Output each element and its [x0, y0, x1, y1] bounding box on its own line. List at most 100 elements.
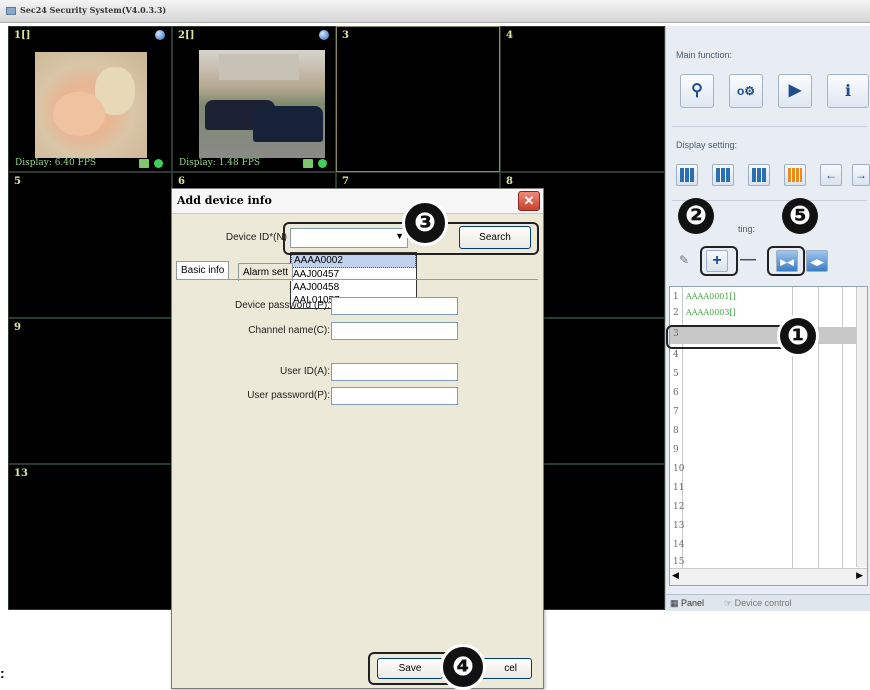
row-index: 1 — [673, 292, 679, 302]
camera-feed-image — [199, 50, 325, 158]
scroll-right-icon[interactable]: ▶ — [856, 570, 863, 581]
playback-function-button[interactable]: ▶ — [778, 74, 812, 108]
step-badge-2: ❷ — [678, 198, 714, 234]
video-cell-13[interactable]: 13 — [8, 464, 172, 610]
cell-label: 7 — [342, 176, 349, 187]
step-badge-5: ❺ — [782, 198, 818, 234]
dialog-titlebar: Add device info ✕ — [172, 189, 543, 214]
user-password-label: User password(P): — [247, 390, 330, 401]
arrow-left-icon: ← — [825, 168, 837, 182]
close-button[interactable]: ✕ — [518, 191, 540, 211]
user-password-field[interactable] — [331, 387, 458, 405]
record-icon[interactable] — [154, 159, 163, 168]
dialog-title: Add device info — [177, 194, 272, 207]
tab-device-control[interactable]: ☞ Device control — [724, 598, 792, 609]
device-row[interactable]: 14 — [670, 538, 850, 555]
cell-label: 3 — [342, 30, 349, 41]
control-panel: Main function: ⚲ o⚙ ▶ i Display setting:… — [665, 26, 870, 611]
row-index: 2 — [673, 308, 679, 318]
device-row[interactable]: 2 AAAA0003[] — [670, 306, 850, 323]
device-row[interactable]: 1 AAAA0001[] — [670, 290, 850, 307]
app-icon — [6, 7, 16, 15]
search-function-button[interactable]: ⚲ — [680, 74, 714, 108]
previous-page-button[interactable]: ← — [820, 164, 842, 186]
window-titlebar: Sec24 Security System(V4.0.3.3) — [0, 0, 870, 23]
divider — [672, 126, 867, 127]
gear-icon: o⚙ — [736, 84, 756, 98]
page-fragment-text: : — [0, 665, 5, 681]
next-page-button[interactable]: → — [852, 164, 870, 186]
cell-label: 13 — [14, 468, 28, 479]
video-cell-4[interactable]: 4 — [500, 26, 665, 172]
cell-label: 8 — [506, 176, 513, 187]
fps-readout: Display: 1.48 FPS — [179, 158, 261, 168]
disconnect-icon: ◀▶ — [810, 257, 824, 267]
camera-feed-image — [35, 52, 147, 158]
video-cell-5[interactable]: 5 — [8, 172, 172, 318]
row-index: 5 — [673, 369, 679, 379]
tab-panel[interactable]: ▦ Panel — [670, 598, 704, 609]
tab-device-control-label: Device control — [734, 598, 792, 608]
dropdown-option[interactable]: AAAA0002 — [291, 253, 416, 268]
callout-box-1 — [666, 325, 786, 349]
remove-device-button[interactable]: — — [738, 250, 758, 270]
tab-basic-info[interactable]: Basic info — [176, 261, 230, 279]
info-icon: i — [844, 81, 852, 100]
device-row[interactable]: 7 — [670, 405, 850, 422]
step-badge-3: ❸ — [402, 200, 448, 246]
device-password-field[interactable] — [331, 297, 458, 315]
layout-4x4-button[interactable] — [784, 164, 806, 186]
row-index: 6 — [673, 388, 679, 398]
globe-icon — [319, 30, 329, 40]
layout-2x2-button[interactable] — [712, 164, 734, 186]
layout-3x3-button[interactable] — [748, 164, 770, 186]
snapshot-icon[interactable] — [303, 159, 313, 168]
step-badge-4: ❹ — [440, 644, 486, 690]
device-row[interactable]: 10 — [670, 462, 850, 479]
device-row[interactable]: 8 — [670, 424, 850, 441]
device-row[interactable]: 13 — [670, 519, 850, 536]
device-row[interactable]: 5 — [670, 367, 850, 384]
hand-icon: ☞ — [724, 598, 733, 608]
record-icon[interactable] — [318, 159, 327, 168]
scroll-left-icon[interactable]: ◀ — [672, 570, 679, 581]
disconnect-device-button[interactable]: ◀▶ — [806, 250, 828, 272]
user-id-field[interactable] — [331, 363, 458, 381]
horizontal-scrollbar[interactable]: ◀ ▶ — [670, 568, 867, 585]
edit-device-button[interactable]: ✎ — [674, 250, 694, 270]
info-function-button[interactable]: i — [827, 74, 869, 108]
device-row[interactable]: 11 — [670, 481, 850, 498]
device-password-label: Device password (P): — [234, 300, 330, 311]
settings-function-button[interactable]: o⚙ — [729, 74, 763, 108]
snapshot-icon[interactable] — [139, 159, 149, 168]
row-index: 10 — [673, 464, 685, 474]
grid-layout-icon — [716, 168, 730, 182]
grid-layout-icon — [680, 168, 694, 182]
cell-label: 4 — [506, 30, 513, 41]
vertical-scrollbar[interactable] — [856, 287, 867, 567]
layout-1x1-button[interactable] — [676, 164, 698, 186]
video-cell-2[interactable]: 2[] Display: 1.48 FPS — [172, 26, 336, 172]
fps-readout: Display: 6.40 FPS — [15, 158, 97, 168]
device-row[interactable]: 4 — [670, 348, 850, 365]
dropdown-option[interactable]: AAJ00458 — [291, 281, 416, 294]
cell-label: 5 — [14, 176, 21, 187]
device-row[interactable]: 12 — [670, 500, 850, 517]
magnifier-icon: ⚲ — [691, 82, 703, 99]
grid-layout-icon — [752, 168, 766, 182]
grid-layout-icon — [788, 168, 802, 182]
video-cell-3[interactable]: 3 — [336, 26, 500, 172]
row-index: 12 — [673, 502, 685, 512]
device-row[interactable]: 6 — [670, 386, 850, 403]
callout-box-5 — [767, 246, 805, 276]
cell-label: 2[] — [178, 30, 195, 41]
callout-box-2 — [700, 246, 738, 276]
tab-panel-label: Panel — [681, 598, 705, 608]
device-row[interactable]: 9 — [670, 443, 850, 460]
arrow-right-icon: → — [855, 168, 867, 182]
channel-name-field[interactable] — [331, 322, 458, 340]
video-cell-9[interactable]: 9 — [8, 318, 172, 464]
video-cell-1[interactable]: 1[] Display: 6.40 FPS — [8, 26, 172, 172]
channel-name-label: Channel name(C): — [248, 325, 330, 336]
row-index: 15 — [673, 557, 685, 567]
